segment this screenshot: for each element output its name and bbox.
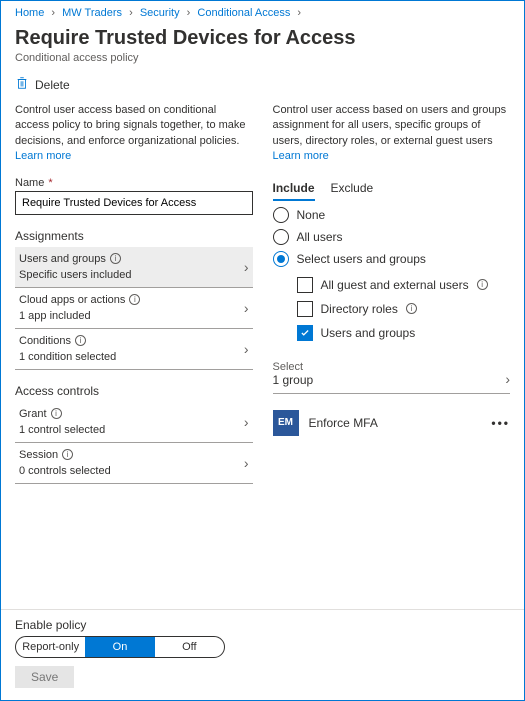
footer: Enable policy Report-only On Off Save <box>1 609 524 700</box>
right-description: Control user access based on users and g… <box>273 103 511 165</box>
toggle-on[interactable]: On <box>85 637 154 657</box>
enable-policy-label: Enable policy <box>15 618 510 632</box>
row-conditions-sub: 1 condition selected <box>19 349 116 363</box>
policy-name-input[interactable] <box>15 191 253 215</box>
enable-policy-toggle[interactable]: Report-only On Off <box>15 636 225 658</box>
left-pane: Control user access based on conditional… <box>15 103 253 484</box>
breadcrumb-security[interactable]: Security <box>140 7 180 19</box>
info-icon[interactable]: i <box>110 253 121 264</box>
row-conditions[interactable]: Conditionsi 1 condition selected › <box>15 329 253 370</box>
chevron-right-icon: › <box>244 259 249 275</box>
info-icon[interactable]: i <box>62 449 73 460</box>
row-session-sub: 0 controls selected <box>19 463 111 477</box>
info-icon[interactable]: i <box>75 335 86 346</box>
required-star-icon: * <box>48 177 52 189</box>
group-avatar: EM <box>273 410 299 436</box>
group-name: Enforce MFA <box>309 416 378 430</box>
breadcrumb-sep-icon: › <box>129 7 133 19</box>
left-description: Control user access based on conditional… <box>15 103 253 165</box>
select-label: Select <box>273 361 314 373</box>
info-icon[interactable]: i <box>129 294 140 305</box>
breadcrumb-sep-icon: › <box>187 7 191 19</box>
info-icon[interactable]: i <box>406 303 417 314</box>
row-cloud-apps[interactable]: Cloud apps or actionsi 1 app included › <box>15 288 253 329</box>
row-grant-sub: 1 control selected <box>19 422 105 436</box>
row-users-sub: Specific users included <box>19 267 132 281</box>
save-button[interactable]: Save <box>15 666 74 688</box>
select-row[interactable]: Select 1 group › <box>273 357 511 394</box>
chevron-right-icon: › <box>244 455 249 471</box>
left-description-text: Control user access based on conditional… <box>15 104 246 147</box>
radio-all-users[interactable]: All users <box>273 229 511 245</box>
toggle-off[interactable]: Off <box>155 637 224 657</box>
breadcrumb-conditional-access[interactable]: Conditional Access <box>197 7 290 19</box>
chevron-right-icon: › <box>244 414 249 430</box>
breadcrumb-sep-icon: › <box>51 7 55 19</box>
tab-exclude[interactable]: Exclude <box>331 177 374 201</box>
more-icon[interactable]: ••• <box>491 416 510 430</box>
right-description-text: Control user access based on users and g… <box>273 104 507 147</box>
chevron-right-icon: › <box>244 300 249 316</box>
access-controls-header: Access controls <box>15 384 253 398</box>
row-grant[interactable]: Granti 1 control selected › <box>15 402 253 443</box>
row-users-and-groups[interactable]: Users and groupsi Specific users include… <box>15 247 253 288</box>
radio-select-users-groups[interactable]: Select users and groups <box>273 251 511 267</box>
breadcrumb-home[interactable]: Home <box>15 7 44 19</box>
checkbox-users-groups[interactable]: Users and groups <box>297 325 511 341</box>
checkbox-guest-external[interactable]: All guest and external users i <box>297 277 511 293</box>
learn-more-link[interactable]: Learn more <box>15 150 71 162</box>
name-label: Name * <box>15 177 253 189</box>
chevron-right-icon: › <box>505 371 510 387</box>
radio-none[interactable]: None <box>273 207 511 223</box>
assignments-header: Assignments <box>15 229 253 243</box>
selected-group-row[interactable]: EM Enforce MFA ••• <box>273 406 511 440</box>
info-icon[interactable]: i <box>477 279 488 290</box>
page-title: Require Trusted Devices for Access <box>1 19 524 50</box>
breadcrumb: Home › MW Traders › Security › Condition… <box>1 1 524 19</box>
checkbox-directory-roles[interactable]: Directory roles i <box>297 301 511 317</box>
row-cloud-sub: 1 app included <box>19 308 140 322</box>
delete-icon[interactable] <box>15 76 29 93</box>
page-subtitle: Conditional access policy <box>1 50 524 72</box>
toggle-report-only[interactable]: Report-only <box>16 637 85 657</box>
right-pane: Control user access based on users and g… <box>273 103 511 484</box>
learn-more-link[interactable]: Learn more <box>273 150 329 162</box>
tab-include[interactable]: Include <box>273 177 315 201</box>
delete-button[interactable]: Delete <box>35 78 70 92</box>
row-session[interactable]: Sessioni 0 controls selected › <box>15 443 253 484</box>
breadcrumb-mwtraders[interactable]: MW Traders <box>62 7 122 19</box>
chevron-right-icon: › <box>244 341 249 357</box>
info-icon[interactable]: i <box>51 408 62 419</box>
breadcrumb-sep-icon: › <box>297 7 301 19</box>
select-value: 1 group <box>273 373 314 387</box>
